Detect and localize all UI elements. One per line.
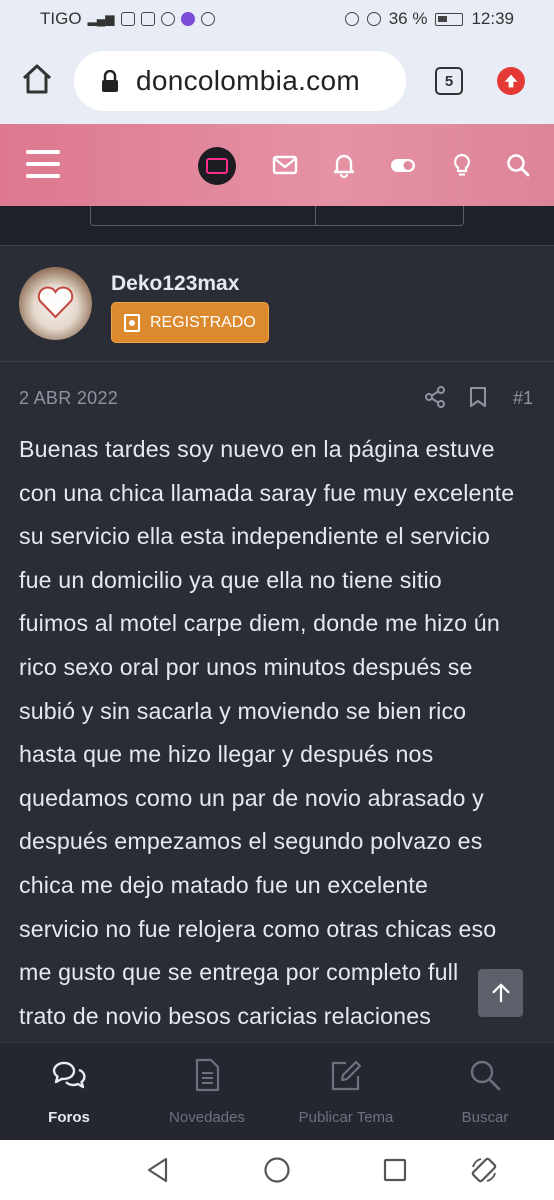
- post-line: fue un domicilio ya que ella no tiene si…: [19, 566, 442, 593]
- post-date[interactable]: 2 ABR 2022: [19, 388, 118, 409]
- nav-label: Publicar Tema: [298, 1109, 394, 1126]
- search-icon: [470, 1060, 501, 1091]
- system-status-bar: TIGO ▂▄▆ 36 % 12:39: [0, 0, 554, 38]
- document-icon: [195, 1058, 220, 1092]
- app-notification-icon: [180, 12, 195, 26]
- arrow-up-icon: [504, 74, 518, 88]
- post-line: después empezamos el segundo polvazo es: [19, 828, 483, 855]
- search-icon[interactable]: [505, 152, 531, 178]
- post-line: su servicio ella esta independiente el s…: [19, 523, 491, 550]
- logo-mark: [206, 158, 228, 174]
- home-icon[interactable]: [20, 62, 54, 96]
- table-remnant: [90, 206, 464, 226]
- post-body: Buenas tardes soy nuevo en la página est…: [19, 428, 539, 1038]
- status-left: TIGO ▂▄▆: [40, 9, 215, 29]
- post-line: subió y sin sacarla y moviendo se bien r…: [19, 697, 467, 724]
- status-badge: REGISTRADO: [111, 302, 269, 343]
- post-line: servicio no fue relojera como otras chic…: [19, 915, 497, 942]
- username[interactable]: Deko123max: [111, 272, 239, 296]
- voicemail-icon: [120, 12, 135, 26]
- post-line: hasta que me hizo llegar y después nos: [19, 741, 434, 768]
- lock-icon: [102, 70, 118, 92]
- post-author-block: Deko123max REGISTRADO: [0, 246, 554, 362]
- nav-label: Novedades: [169, 1109, 245, 1126]
- post-line: fuimos al motel carpe diem, donde me hiz…: [19, 610, 500, 637]
- update-icon[interactable]: [497, 67, 525, 95]
- nav-item-foros[interactable]: Foros: [0, 1043, 138, 1141]
- back-icon[interactable]: [144, 1156, 172, 1184]
- post-line: Buenas tardes soy nuevo en la página est…: [19, 436, 495, 462]
- nav-item-publicar-tema[interactable]: Publicar Tema: [277, 1043, 415, 1141]
- post-line: rico sexo oral por unos minutos después …: [19, 653, 473, 680]
- badge-label: REGISTRADO: [150, 313, 256, 331]
- instagram-icon: [140, 12, 155, 26]
- battery-percent: 36 %: [388, 9, 428, 28]
- alarm-icon: [344, 12, 359, 26]
- battery-icon: [435, 12, 464, 26]
- browser-toolbar: doncolombia.com 5: [0, 38, 554, 124]
- home-circle-icon[interactable]: [263, 1156, 291, 1184]
- post-number[interactable]: #1: [513, 388, 533, 409]
- arrow-up-icon: [492, 983, 509, 1003]
- clock: 12:39: [471, 9, 514, 28]
- nav-label: Buscar: [461, 1109, 509, 1126]
- post-line: con una chica llamada saray fue muy exce…: [19, 479, 515, 506]
- bell-icon[interactable]: [331, 152, 357, 178]
- tab-switcher-button[interactable]: 5: [435, 67, 463, 95]
- carrier-name: TIGO: [40, 9, 82, 28]
- nav-label: Foros: [48, 1109, 90, 1126]
- signal-icon: ▂▄▆: [87, 12, 115, 26]
- heart-icon: [37, 286, 74, 319]
- recents-icon[interactable]: [381, 1156, 409, 1184]
- edit-icon: [331, 1060, 362, 1091]
- lightbulb-icon[interactable]: [449, 152, 475, 178]
- site-logo[interactable]: [198, 147, 236, 185]
- toggle-icon[interactable]: [390, 152, 416, 178]
- avatar[interactable]: [19, 267, 92, 340]
- chat-bubbles-icon: [52, 1061, 86, 1089]
- post-line: trato de novio besos caricias relaciones: [19, 1002, 431, 1029]
- facebook-icon-2: [200, 12, 215, 26]
- scroll-to-top-button[interactable]: [478, 969, 523, 1017]
- bookmark-icon[interactable]: [469, 386, 487, 408]
- address-bar[interactable]: doncolombia.com: [74, 51, 406, 111]
- post-line: chica me dejo matado fue un excelente: [19, 871, 429, 898]
- nav-item-novedades[interactable]: Novedades: [138, 1043, 276, 1141]
- post-line: me gusto que se entrega por completo ful…: [19, 959, 459, 986]
- id-card-icon: [124, 313, 140, 332]
- status-right: 36 % 12:39: [344, 9, 514, 29]
- site-header: [0, 124, 554, 206]
- share-icon[interactable]: [424, 386, 446, 408]
- menu-icon[interactable]: [26, 150, 60, 178]
- nav-item-buscar[interactable]: Buscar: [416, 1043, 554, 1141]
- android-nav-bar: [0, 1140, 554, 1200]
- bottom-navigation: Foros Novedades Publicar Tema Buscar: [0, 1042, 554, 1140]
- previous-content-band: [0, 206, 554, 246]
- facebook-icon: [160, 12, 175, 26]
- post-line: quedamos como un par de novio abrasado y: [19, 784, 484, 811]
- data-saver-icon: [366, 12, 381, 26]
- rotate-icon[interactable]: [470, 1156, 498, 1184]
- url-text: doncolombia.com: [136, 65, 360, 96]
- post-meta: 2 ABR 2022 #1: [0, 362, 554, 432]
- mail-icon[interactable]: [272, 152, 298, 178]
